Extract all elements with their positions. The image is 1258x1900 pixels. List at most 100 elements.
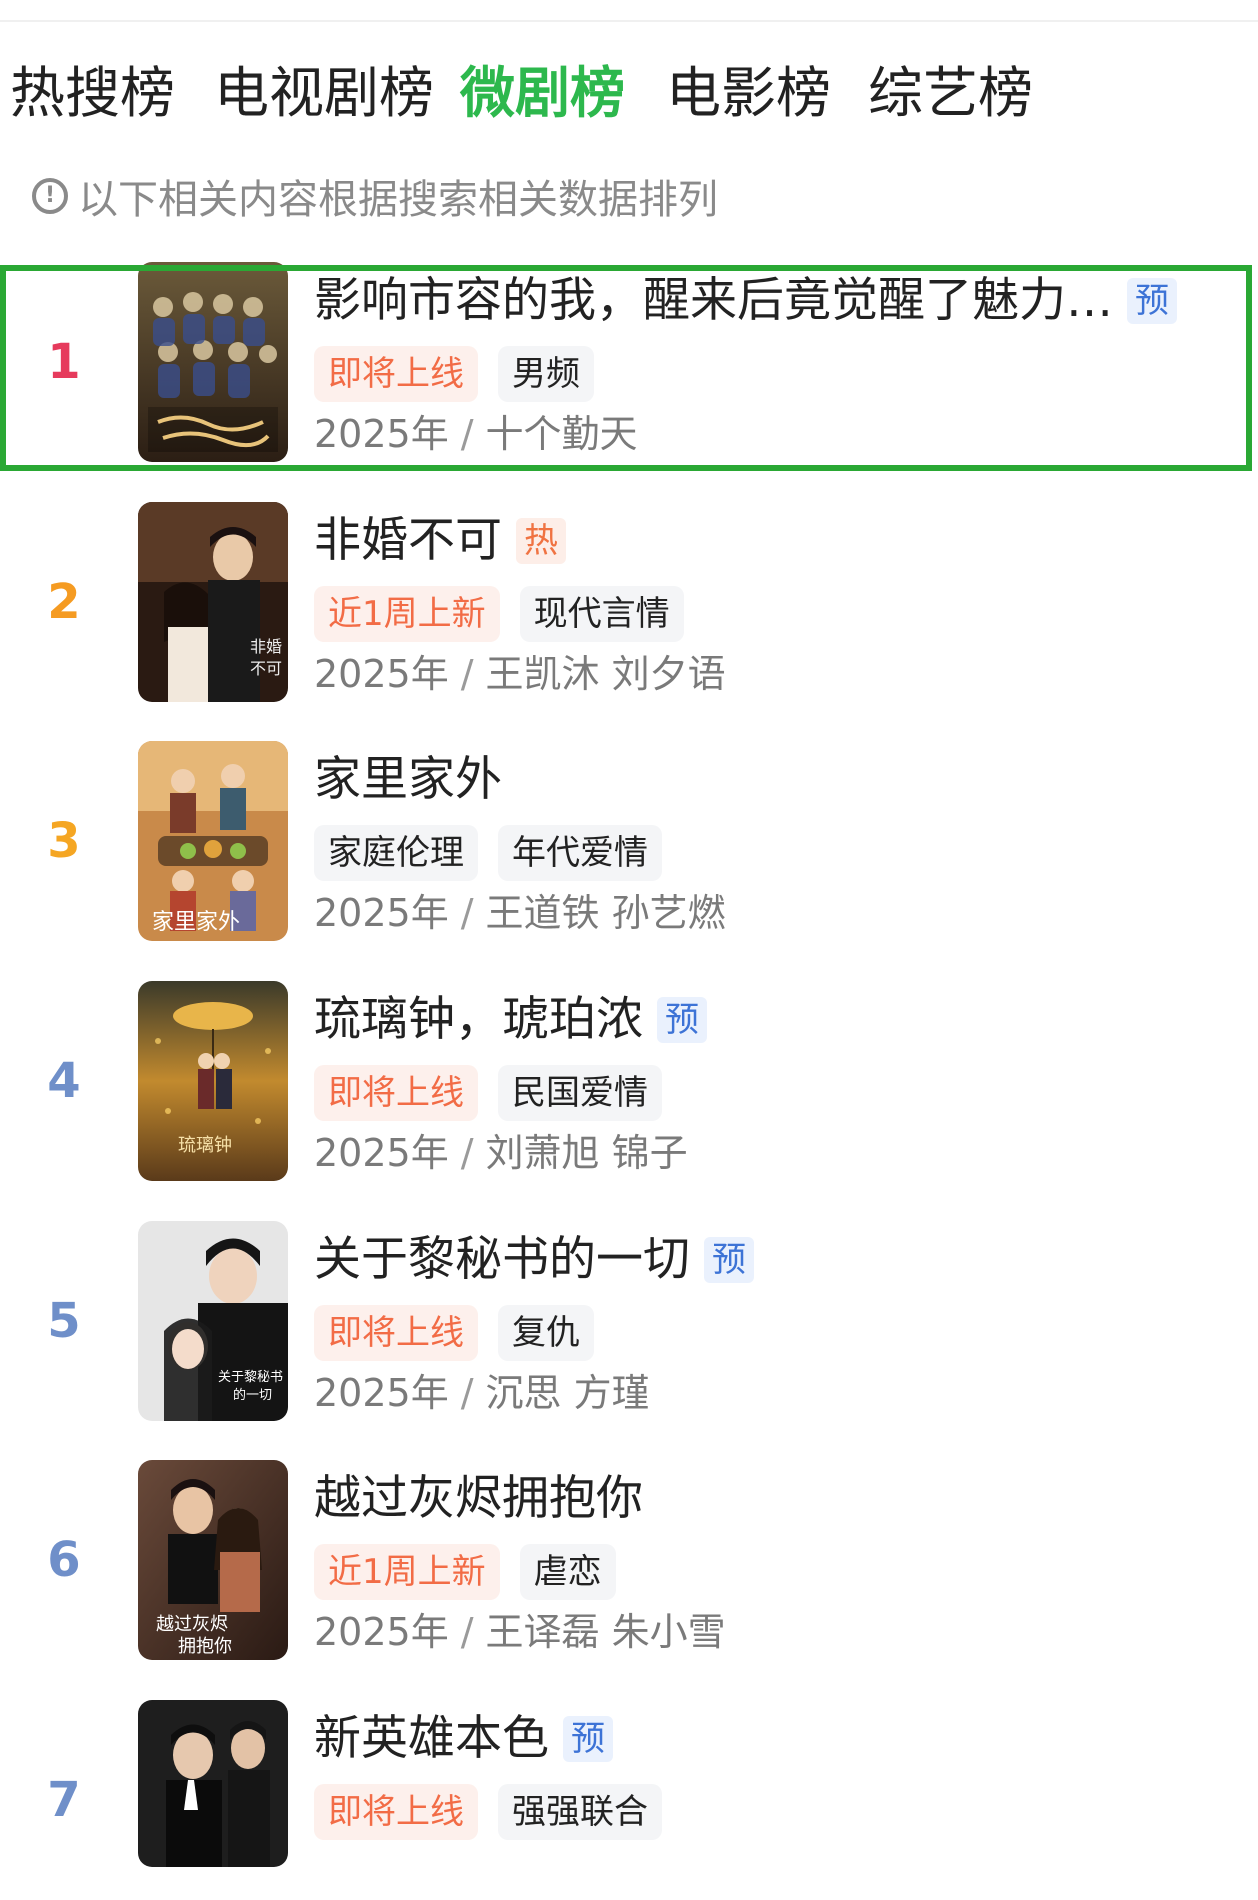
poster-image[interactable]: 琉璃钟: [138, 981, 288, 1181]
cast: 刘萧旭 锦子: [485, 1131, 688, 1175]
svg-text:越过灰烬: 越过灰烬: [156, 1614, 228, 1635]
list-item[interactable]: 4 琉璃钟 琉璃钟，琥珀浓 预 即将上线 民国爱情 2025年 / 刘萧旭 锦子: [0, 981, 1258, 1181]
tab-tv-series[interactable]: 电视剧榜: [214, 58, 434, 128]
tag-list: 近1周上新 现代言情: [314, 586, 704, 642]
rank-number: 4: [47, 1053, 81, 1109]
tab-micro-drama[interactable]: 微剧榜: [460, 58, 625, 128]
status-tag: 即将上线: [314, 1065, 478, 1121]
drama-title[interactable]: 越过灰烬拥抱你: [314, 1464, 643, 1534]
drama-title[interactable]: 新英雄本色: [314, 1704, 549, 1774]
release-year: 2025年: [314, 1610, 449, 1654]
rank-number: 5: [47, 1293, 81, 1349]
status-tag: 即将上线: [314, 346, 478, 402]
poster-image[interactable]: 非婚 不可: [138, 502, 288, 702]
drama-title[interactable]: 家里家外: [314, 745, 502, 815]
cast: 沉思 方瑾: [485, 1371, 650, 1415]
status-tag: 即将上线: [314, 1305, 478, 1361]
status-tag: 近1周上新: [314, 586, 500, 642]
meta-separator: /: [460, 1610, 474, 1654]
svg-text:琉璃钟: 琉璃钟: [178, 1135, 232, 1156]
list-item[interactable]: 5 关于黎秘书 的一切 关于黎秘书的一切 预 即将上线 复仇 2025年 / 沉思 …: [0, 1221, 1258, 1421]
svg-text:关于黎秘书: 关于黎秘书: [218, 1370, 283, 1385]
genre-tag: 虐恋: [519, 1544, 616, 1600]
drama-title[interactable]: 影响市容的我，醒来后竟觉醒了魅力…: [314, 266, 1113, 336]
preview-badge: 预: [1127, 278, 1177, 324]
list-item[interactable]: 2 非婚 不可 非婚不可 热 近1周上新 现代言情 2025年 / 王凯沐 刘夕语: [0, 502, 1258, 702]
tag-list: 近1周上新 虐恋: [314, 1544, 636, 1600]
title-row: 新英雄本色 预: [314, 1704, 613, 1774]
svg-text:的一切: 的一切: [233, 1387, 272, 1403]
list-item[interactable]: 3 家里家外 家里家外 家庭伦理 年代爱情 2025年 / 王道铁 孙艺燃: [0, 741, 1258, 941]
meta-separator: /: [460, 652, 474, 696]
release-year: 2025年: [314, 1371, 449, 1415]
title-row: 越过灰烬拥抱你: [314, 1464, 643, 1534]
meta-separator: /: [460, 891, 474, 935]
cast: 十个勤天: [485, 412, 638, 456]
title-row: 家里家外: [314, 745, 502, 815]
poster-image[interactable]: [138, 1700, 288, 1867]
list-item[interactable]: 1 影响市容的我，醒来后竟觉醒了魅力… 预 即将上线 男频 2025年 / 十个…: [0, 262, 1258, 471]
genre-tag: 年代爱情: [498, 825, 662, 881]
notice-text: 以下相关内容根据搜索相关数据排列: [78, 177, 718, 223]
meta-separator: /: [460, 1131, 474, 1175]
title-row: 琉璃钟，琥珀浓 预: [314, 985, 707, 1055]
drama-meta: 2025年 / 王译磊 朱小雪: [314, 1602, 726, 1662]
svg-text:家里家外: 家里家外: [152, 910, 240, 935]
rank-number: 3: [47, 813, 81, 869]
tag-list: 即将上线 强强联合: [314, 1784, 682, 1840]
title-row: 影响市容的我，醒来后竟觉醒了魅力… 预: [314, 266, 1177, 336]
status-tag: 即将上线: [314, 1784, 478, 1840]
tab-hot-search[interactable]: 热搜榜: [10, 58, 175, 128]
cast: 王凯沐 刘夕语: [485, 652, 726, 696]
tag-list: 即将上线 男频: [314, 346, 614, 402]
cast: 王道铁 孙艺燃: [485, 891, 726, 935]
poster-image[interactable]: [138, 262, 288, 462]
meta-separator: /: [460, 412, 474, 456]
tag-list: 即将上线 民国爱情: [314, 1065, 682, 1121]
genre-tag: 强强联合: [498, 1784, 662, 1840]
drama-title[interactable]: 非婚不可: [314, 506, 502, 576]
drama-meta: 2025年 / 王道铁 孙艺燃: [314, 883, 726, 943]
rank-number: 1: [47, 334, 81, 390]
svg-text:不可: 不可: [250, 659, 282, 678]
release-year: 2025年: [314, 891, 449, 935]
top-divider: [0, 20, 1258, 22]
info-icon: !: [32, 178, 68, 214]
svg-text:拥抱你: 拥抱你: [178, 1636, 232, 1657]
list-item[interactable]: 7 新英雄本色 预 即将上线 强强联合: [0, 1700, 1258, 1900]
genre-tag: 现代言情: [519, 586, 684, 642]
genre-tag: 男频: [498, 346, 594, 402]
drama-title[interactable]: 关于黎秘书的一切: [314, 1225, 690, 1295]
rank-number: 2: [47, 574, 81, 630]
preview-badge: 预: [704, 1237, 754, 1283]
tab-variety[interactable]: 综艺榜: [868, 58, 1033, 128]
release-year: 2025年: [314, 1131, 449, 1175]
meta-separator: /: [460, 1371, 474, 1415]
drama-meta: 2025年 / 十个勤天: [314, 404, 638, 464]
poster-image[interactable]: 关于黎秘书 的一切: [138, 1221, 288, 1421]
svg-text:非婚: 非婚: [250, 637, 282, 656]
hot-badge: 热: [516, 518, 566, 564]
tag-list: 家庭伦理 年代爱情: [314, 825, 682, 881]
genre-tag: 家庭伦理: [314, 825, 478, 881]
release-year: 2025年: [314, 412, 449, 456]
drama-meta: 2025年 / 王凯沐 刘夕语: [314, 644, 726, 704]
ranking-tabs: 热搜榜 电视剧榜 微剧榜 电影榜 综艺榜: [10, 58, 1250, 128]
poster-image[interactable]: 家里家外: [138, 741, 288, 941]
drama-meta: 2025年 / 沉思 方瑾: [314, 1363, 650, 1423]
genre-tag: 复仇: [498, 1305, 594, 1361]
rank-number: 7: [47, 1772, 81, 1828]
tab-movie[interactable]: 电影榜: [666, 58, 831, 128]
preview-badge: 预: [563, 1716, 613, 1762]
poster-image[interactable]: 越过灰烬 拥抱你: [138, 1460, 288, 1660]
release-year: 2025年: [314, 652, 449, 696]
title-row: 非婚不可 热: [314, 506, 566, 576]
title-row: 关于黎秘书的一切 预: [314, 1225, 754, 1295]
preview-badge: 预: [657, 997, 707, 1043]
cast: 王译磊 朱小雪: [485, 1610, 726, 1654]
genre-tag: 民国爱情: [498, 1065, 662, 1121]
drama-title[interactable]: 琉璃钟，琥珀浓: [314, 985, 643, 1055]
drama-meta: 2025年 / 刘萧旭 锦子: [314, 1123, 688, 1183]
tag-list: 即将上线 复仇: [314, 1305, 614, 1361]
list-item[interactable]: 6 越过灰烬 拥抱你 越过灰烬拥抱你 近1周上新 虐恋 2025年 / 王译磊 朱小…: [0, 1460, 1258, 1660]
